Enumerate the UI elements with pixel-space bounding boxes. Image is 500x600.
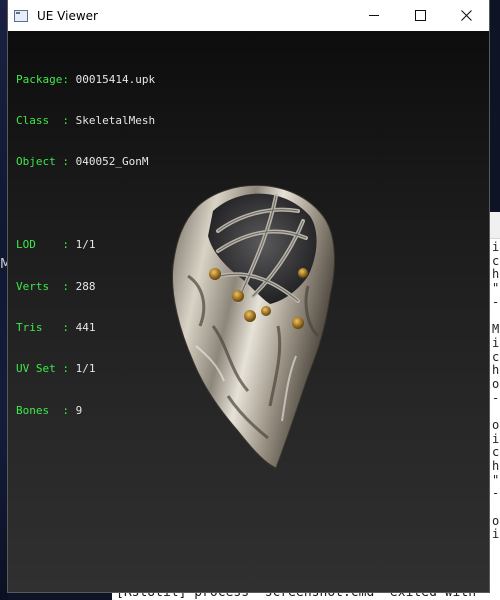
close-icon bbox=[460, 10, 472, 21]
desktop-background bbox=[0, 0, 8, 600]
desktop-text-fragment: M bbox=[0, 257, 8, 272]
minimize-icon bbox=[369, 15, 379, 16]
background-console-line: - bbox=[492, 390, 500, 405]
close-button[interactable] bbox=[443, 0, 489, 31]
background-console-line: o bbox=[492, 417, 500, 432]
skeletal-mesh-helmet bbox=[171, 184, 335, 469]
maximize-icon bbox=[414, 10, 426, 21]
background-console-line: c bbox=[492, 445, 500, 460]
background-console-line: i bbox=[492, 431, 500, 446]
background-console-line: " bbox=[492, 472, 500, 487]
background-console-header bbox=[489, 212, 500, 239]
window-titlebar[interactable]: UE Viewer bbox=[8, 0, 489, 31]
background-console-line: - bbox=[492, 486, 500, 501]
background-console-line: o bbox=[492, 513, 500, 528]
background-console-line: h bbox=[492, 459, 500, 473]
background-console-line: c bbox=[492, 253, 500, 268]
minimize-button[interactable] bbox=[351, 0, 397, 31]
background-console-line: - bbox=[492, 294, 500, 309]
app-window-icon bbox=[14, 9, 28, 22]
info-row-bones: Bones : 9 bbox=[16, 403, 83, 417]
background-console-line: h bbox=[492, 363, 500, 378]
background-console-line: i bbox=[492, 335, 500, 350]
info-row-package: Package: 00015414.upk bbox=[16, 72, 156, 86]
info-row-lod: LOD : 1/1 bbox=[16, 238, 96, 252]
background-console-window: i c h " - Mi c h o - o i c h " - o i bbox=[489, 212, 500, 600]
maximize-button[interactable] bbox=[397, 0, 443, 31]
info-row-uv-set: UV Set : 1/1 bbox=[16, 362, 96, 376]
window-title: UE Viewer bbox=[37, 8, 98, 23]
info-row-class: Class : SkeletalMesh bbox=[16, 113, 156, 127]
background-console-line: h bbox=[492, 267, 500, 282]
mesh-info-overlay: Package: 00015414.upk Class : SkeletalMe… bbox=[16, 45, 155, 445]
background-console-line: i bbox=[492, 240, 500, 254]
background-console-line: c bbox=[492, 349, 500, 364]
background-console-lines: i c h " - Mi c h o - o i c h " - o i bbox=[489, 239, 500, 542]
info-row-verts: Verts : 288 bbox=[16, 279, 96, 293]
background-console-line bbox=[492, 309, 500, 323]
background-console-line bbox=[492, 501, 500, 515]
info-row-object: Object : 040052_GonM bbox=[16, 155, 149, 169]
ue-viewer-window: UE Viewer Package: 00015414.upk Class : … bbox=[8, 0, 489, 592]
background-console-line: i bbox=[492, 527, 500, 542]
background-console-line: " bbox=[492, 281, 500, 296]
info-row-tris: Tris : 441 bbox=[16, 320, 96, 334]
background-console-line: M bbox=[492, 322, 500, 337]
3d-viewport[interactable]: Package: 00015414.upk Class : SkeletalMe… bbox=[8, 31, 489, 592]
background-console-line bbox=[492, 405, 500, 419]
background-console-line: o bbox=[492, 376, 500, 391]
